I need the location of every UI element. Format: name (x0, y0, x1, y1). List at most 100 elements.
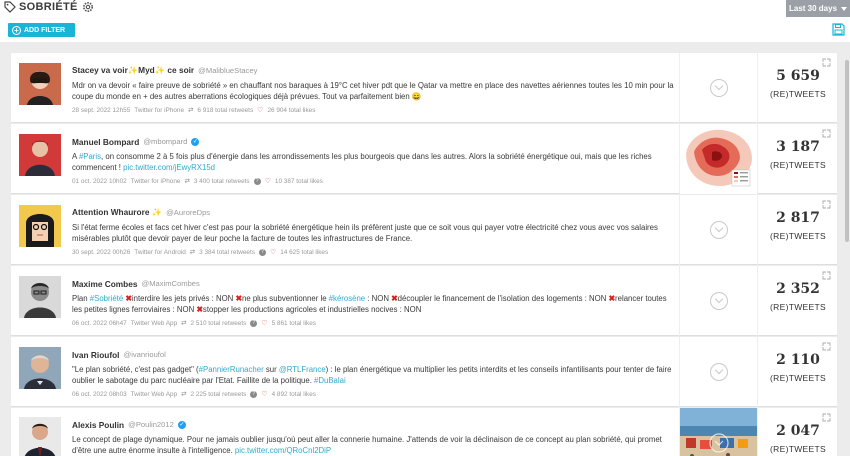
avatar[interactable] (19, 63, 61, 105)
tweet-card[interactable]: Maxime Combes @MaximCombes Plan #Sobriét… (11, 266, 837, 336)
tweet-link[interactable]: #DuBalai (314, 376, 346, 385)
tweet-link[interactable]: #Sobriété (90, 294, 123, 303)
tweet-text-segment: interdire les jets privés : NON (131, 294, 236, 303)
tweet-author: Alexis Poulin @Poulin2012 ✓ (72, 418, 678, 431)
author-name-part: Myd (138, 65, 155, 75)
author-name[interactable]: Attention Whaurore ✨ (72, 207, 162, 218)
expand-icon[interactable] (822, 342, 831, 351)
beach-photo-image[interactable] (680, 408, 758, 456)
tweet-media-map[interactable] (679, 124, 758, 194)
retweet-count: 2 225 total retweets (190, 390, 247, 398)
tweet-author: Maxime Combes @MaximCombes (72, 277, 678, 290)
author-name[interactable]: Ivan Rioufol (72, 350, 119, 360)
author-name-part: Stacey va voir (72, 65, 128, 75)
expand-chevron-icon[interactable] (710, 79, 728, 97)
retweet-count: 3 384 total retweets (199, 248, 255, 256)
period-dropdown[interactable]: Last 30 days (786, 0, 850, 17)
tweet-body: Stacey va voir✨Myd✨ ce soir @MalibluеSta… (72, 64, 678, 114)
tweet-author: Ivan Rioufol @ivanrioufol (72, 348, 678, 361)
expand-icon[interactable] (822, 58, 831, 67)
tweet-link[interactable]: #PannierRunacher (199, 365, 264, 374)
avatar[interactable] (19, 134, 61, 176)
author-handle[interactable]: @ivanrioufol (123, 350, 165, 359)
like-count: 10 387 total likes (274, 177, 323, 185)
retweet-total: 2 110 (RE)TWEETS (757, 337, 837, 407)
expand-chevron-icon[interactable] (710, 363, 728, 381)
tweet-text-segment: "Le plan sobriété, c'est pas gadget" ( (72, 365, 199, 374)
like-count: 26 904 total likes (267, 106, 316, 114)
caret-down-icon (841, 6, 848, 11)
save-icon[interactable] (832, 23, 845, 36)
tweet-media-photo[interactable] (679, 408, 758, 456)
count-label: (RE)TWEETS (770, 231, 826, 241)
tweet-text: A #Paris, on consomme 2 à 5 fois plus d'… (72, 152, 678, 173)
author-handle[interactable]: @mbompard (143, 137, 187, 146)
expand-chevron-icon[interactable] (710, 221, 728, 239)
author-name[interactable]: Maxime Combes (72, 279, 137, 289)
tweet-text-segment: stopper les productions agricoles et ind… (202, 304, 422, 314)
retweet-total: 2 047 (RE)TWEETS (757, 408, 837, 456)
help-icon[interactable]: ? (250, 390, 258, 398)
tweet-text-segment: Mdr on va devoir « faire preuve de sobri… (72, 81, 674, 101)
help-icon[interactable]: ? (250, 319, 258, 327)
like-count: 5 861 total likes (271, 319, 316, 327)
expand-chevron-icon[interactable] (710, 292, 728, 310)
scrollbar[interactable] (845, 60, 849, 242)
tweet-date: 01 oct. 2022 10h02 (72, 177, 127, 185)
tweet-author: Manuel Bompard @mbompard ✓ (72, 135, 678, 148)
count-value: 2 352 (776, 281, 820, 297)
heart-icon: ♡ (261, 391, 268, 399)
tweet-card[interactable]: Alexis Poulin @Poulin2012 ✓ Le concept d… (11, 408, 837, 456)
count-value: 2 110 (776, 352, 820, 368)
count-value: 5 659 (776, 68, 820, 84)
expand-icon[interactable] (822, 413, 831, 422)
tweet-card[interactable]: Ivan Rioufol @ivanrioufol "Le plan sobri… (11, 337, 837, 407)
author-handle[interactable]: @Poulin2012 (128, 420, 174, 429)
author-name[interactable]: Alexis Poulin (72, 420, 124, 430)
tweet-text-segment: Le concept de plage dynamique. Pour ne j… (72, 435, 662, 455)
retweet-count: 2 510 total retweets (190, 319, 247, 327)
tweet-card[interactable]: Manuel Bompard @mbompard ✓ A #Paris, on … (11, 124, 837, 194)
tweet-media-empty (679, 53, 757, 123)
add-filter-label: ADD FILTER (24, 26, 66, 34)
tweet-body: Attention Whaurore ✨ @AuroreDps Si l'éta… (72, 206, 678, 256)
tweet-card[interactable]: Attention Whaurore ✨ @AuroreDps Si l'éta… (11, 195, 837, 265)
author-handle[interactable]: @MalibluеStacey (198, 66, 257, 75)
tweet-text: "Le plan sobriété, c'est pas gadget" (#P… (72, 365, 678, 386)
add-filter-button[interactable]: + ADD FILTER (8, 23, 75, 37)
tweet-media-empty (679, 266, 757, 336)
author-name[interactable]: Manuel Bompard (72, 137, 139, 147)
tweet-media-empty (679, 337, 757, 407)
help-icon[interactable]: ? (258, 248, 266, 256)
tweet-text-segment: sur (263, 365, 279, 374)
expand-icon[interactable] (822, 200, 831, 209)
tweet-card[interactable]: Stacey va voir✨Myd✨ ce soir @MalibluеSta… (11, 53, 837, 123)
author-handle[interactable]: @MaximCombes (141, 279, 199, 288)
tweet-link[interactable]: @RTLFrance (279, 365, 326, 374)
expand-icon[interactable] (822, 129, 831, 138)
count-value: 3 187 (776, 139, 820, 155)
tweet-link[interactable]: #kérosène (329, 294, 365, 303)
expand-icon[interactable] (822, 271, 831, 280)
tweet-link[interactable]: #Paris (79, 152, 101, 161)
top-bar: SOBRIÉTÉ Last 30 days + ADD FILTER (0, 0, 850, 42)
tweet-text: Mdr on va devoir « faire preuve de sobri… (72, 81, 678, 102)
retweet-icon: ⇄ (181, 320, 187, 328)
paris-map-image[interactable] (680, 124, 758, 194)
help-icon[interactable]: ? (253, 177, 261, 185)
tweet-link[interactable]: pic.twitter.com/QRoCnl2DiP (235, 446, 331, 455)
avatar[interactable] (19, 276, 61, 318)
gear-icon[interactable] (82, 1, 94, 13)
tweet-text: Le concept de plage dynamique. Pour ne j… (72, 435, 678, 456)
avatar[interactable] (19, 417, 61, 456)
count-label: (RE)TWEETS (770, 160, 826, 170)
tweet-date: 06 oct. 2022 06h47 (72, 319, 127, 327)
tweet-link[interactable]: pic.twitter.com/jEwyRX15d (123, 163, 215, 172)
count-label: (RE)TWEETS (770, 302, 826, 312)
author-handle[interactable]: @AuroreDps (166, 208, 210, 217)
avatar[interactable] (19, 347, 61, 389)
tweet-body: Alexis Poulin @Poulin2012 ✓ Le concept d… (72, 418, 678, 456)
count-label: (RE)TWEETS (770, 89, 826, 99)
avatar[interactable] (19, 205, 61, 247)
author-name[interactable]: Stacey va voir✨Myd✨ ce soir (72, 65, 194, 76)
